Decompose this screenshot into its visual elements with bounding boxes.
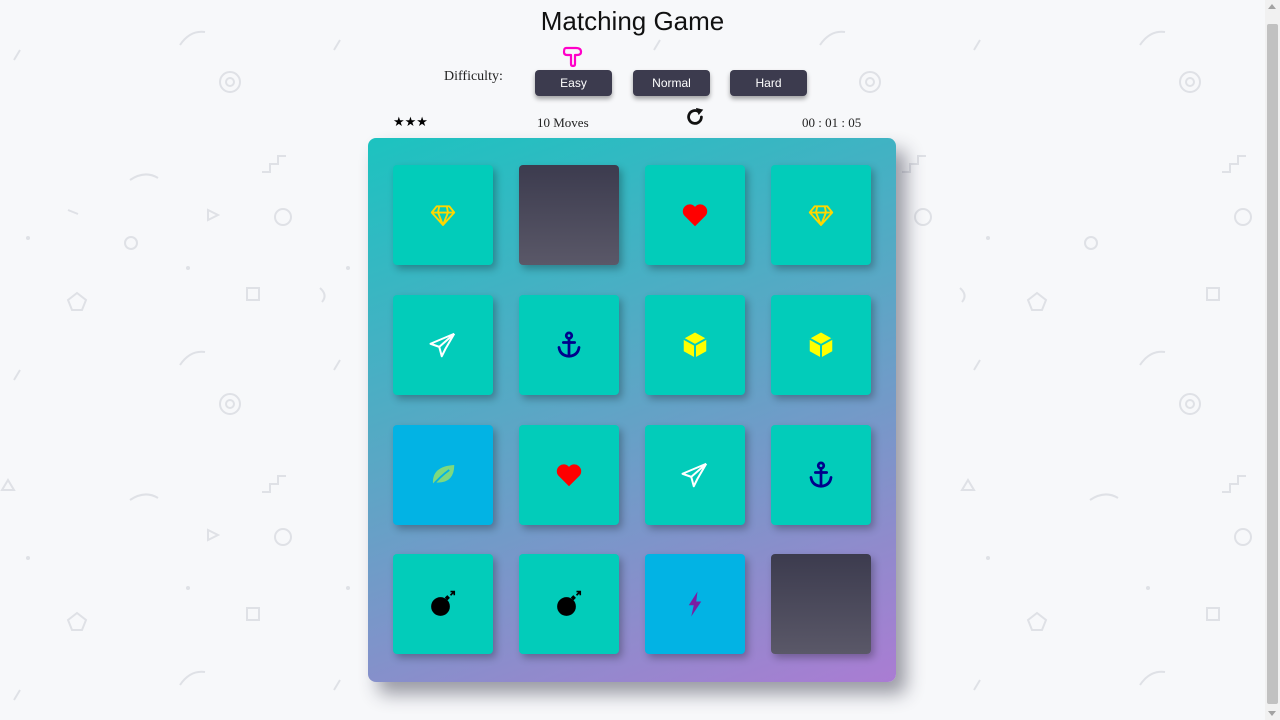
bomb-icon: [554, 589, 584, 619]
card[interactable]: [393, 425, 493, 525]
card[interactable]: [519, 295, 619, 395]
hard-button[interactable]: Hard: [730, 70, 807, 96]
card[interactable]: [771, 295, 871, 395]
restart-icon[interactable]: [684, 106, 706, 128]
card[interactable]: [519, 425, 619, 525]
timer: 00 : 01 : 05: [802, 115, 862, 130]
heart-icon: [554, 460, 584, 490]
diamond-icon: [428, 200, 458, 230]
card[interactable]: [519, 554, 619, 654]
card[interactable]: [393, 295, 493, 395]
leaf-icon: [428, 460, 458, 490]
card[interactable]: [771, 165, 871, 265]
scrollbar[interactable]: [1265, 0, 1280, 720]
page-title: Matching Game: [540, 6, 725, 36]
card[interactable]: [645, 165, 745, 265]
moves-counter: 10 Moves: [537, 115, 589, 130]
scroll-down-arrow-icon[interactable]: [1268, 711, 1276, 716]
card[interactable]: [393, 165, 493, 265]
easy-button[interactable]: Easy: [535, 70, 612, 96]
cube-icon: [680, 330, 710, 360]
card[interactable]: [645, 295, 745, 395]
paper-plane-icon: [680, 460, 710, 490]
star-rating: ★★★: [393, 114, 428, 129]
anchor-icon: [554, 330, 584, 360]
normal-button[interactable]: Normal: [633, 70, 710, 96]
card[interactable]: [393, 554, 493, 654]
diamond-icon: [806, 200, 836, 230]
bolt-icon: [680, 589, 710, 619]
card[interactable]: [771, 425, 871, 525]
paper-plane-icon: [428, 330, 458, 360]
difficulty-label: Difficulty:: [444, 69, 503, 84]
card[interactable]: [771, 554, 871, 654]
card[interactable]: [645, 425, 745, 525]
card[interactable]: [645, 554, 745, 654]
anchor-icon: [806, 460, 836, 490]
hand-pointer-icon: [562, 46, 583, 68]
scroll-thumb[interactable]: [1267, 24, 1278, 704]
scroll-up-arrow-icon[interactable]: [1268, 4, 1276, 9]
cube-icon: [806, 330, 836, 360]
card[interactable]: [519, 165, 619, 265]
bomb-icon: [428, 589, 458, 619]
heart-icon: [680, 200, 710, 230]
